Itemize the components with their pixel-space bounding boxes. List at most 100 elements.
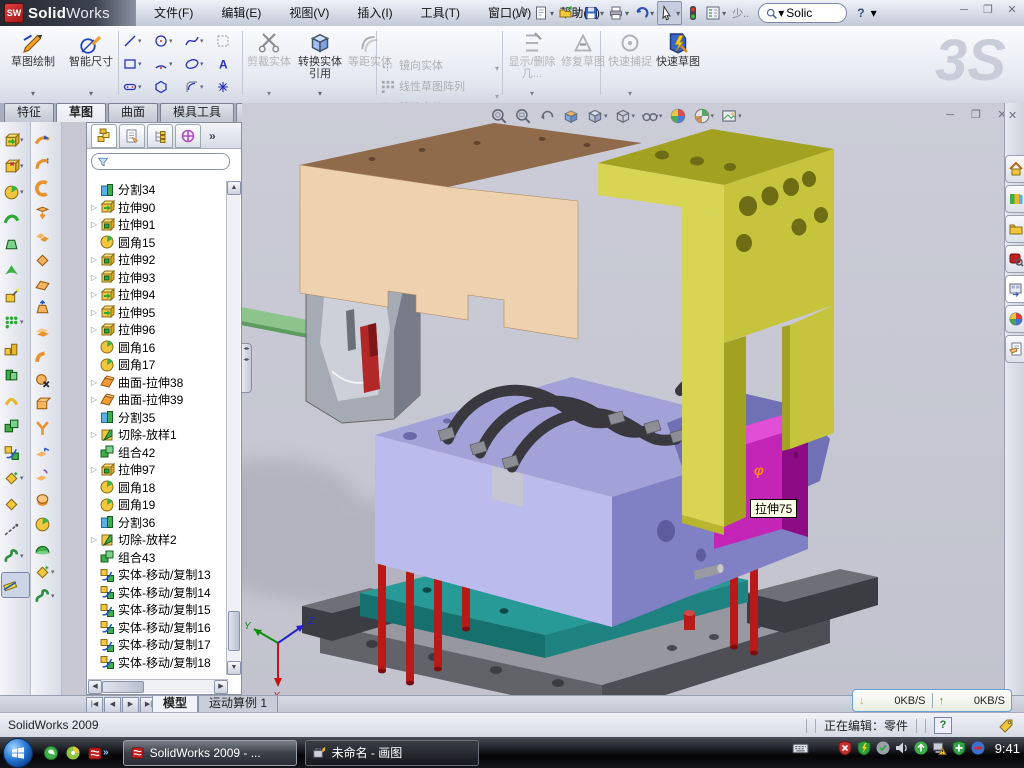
expand-arrow-icon[interactable]: ▷: [89, 220, 99, 229]
open-button[interactable]: ▾: [557, 2, 580, 24]
tree-item[interactable]: 圆角17: [89, 356, 229, 374]
scroll-down-button[interactable]: ▼: [227, 661, 241, 675]
taskbar-task-inactive[interactable]: 未命名 - 画图: [305, 740, 479, 766]
zoom-to-area-button[interactable]: [514, 107, 532, 125]
polygon-button[interactable]: [153, 76, 183, 97]
wrap-button[interactable]: [3, 390, 27, 410]
ime-keyboard-icon[interactable]: [792, 740, 808, 756]
appearances-scenes-tab[interactable]: [1005, 305, 1024, 333]
draft-button[interactable]: [3, 286, 27, 306]
freeform-surface-button[interactable]: [34, 226, 58, 246]
tree-item[interactable]: ▷拉伸95: [89, 304, 229, 322]
doc-minimize-button[interactable]: ─: [942, 109, 958, 123]
toolbar-overflow-label[interactable]: 少..: [732, 5, 749, 21]
tree-item[interactable]: 组合42: [89, 444, 229, 462]
configuration-manager-tab-icon[interactable]: [147, 124, 173, 148]
slot-button[interactable]: ▾: [122, 76, 152, 97]
thicken-button[interactable]: [34, 490, 58, 510]
model-tab-模型[interactable]: 模型: [152, 696, 198, 713]
property-manager-tab-icon[interactable]: [119, 124, 145, 148]
swept-boss-button[interactable]: [3, 208, 27, 228]
boundary-surface-button[interactable]: [34, 178, 58, 198]
start-button[interactable]: [3, 738, 33, 768]
circle-button[interactable]: ▾: [153, 30, 183, 51]
expand-arrow-icon[interactable]: ▷: [89, 535, 99, 544]
prev-tab-button[interactable]: ◀: [104, 697, 121, 713]
feature-manager-tab-icon[interactable]: [91, 124, 117, 148]
help-caret-icon[interactable]: ▾: [871, 6, 877, 20]
linear-pattern-button[interactable]: ▾: [3, 312, 27, 332]
ribbon-button-quick-snaps[interactable]: 快速捕捉▾: [608, 29, 652, 99]
solidworks-icon[interactable]: [87, 745, 103, 761]
expand-arrow-icon[interactable]: ▷: [89, 430, 99, 439]
panel-splitter-handle[interactable]: ◂▸◂▸: [242, 343, 252, 393]
messenger-icon[interactable]: [43, 745, 59, 761]
expand-arrow-icon[interactable]: ▷: [89, 465, 99, 474]
planar-surface-button[interactable]: [34, 274, 58, 294]
pin-button[interactable]: [512, 2, 530, 24]
security-lightning-icon[interactable]: [856, 740, 872, 756]
trim-surface-button[interactable]: [34, 418, 58, 438]
insert-surface-button[interactable]: ▾: [34, 562, 58, 582]
rebuild-button[interactable]: [684, 2, 702, 24]
antivirus-shield-icon[interactable]: [837, 740, 853, 756]
tree-filter-input[interactable]: [91, 153, 230, 170]
search-input[interactable]: [784, 5, 840, 21]
helix-curve-button[interactable]: ▾: [34, 586, 58, 606]
view-palette-tab[interactable]: [1005, 275, 1024, 303]
combine-bodies-button[interactable]: [3, 416, 27, 436]
move-copy-body-button[interactable]: [3, 442, 27, 462]
update-check-icon[interactable]: [875, 740, 891, 756]
expand-arrow-icon[interactable]: ▷: [89, 255, 99, 264]
line-button[interactable]: ▾: [122, 30, 152, 51]
arc-button[interactable]: ▾: [153, 53, 183, 74]
custom-properties-tab[interactable]: [1005, 335, 1024, 363]
tree-item[interactable]: ▷切除-放样2: [89, 531, 229, 549]
solidworks-resources-tab[interactable]: [1005, 155, 1024, 183]
tree-item[interactable]: 圆角15: [89, 234, 229, 252]
ribbon-button-convert-entities[interactable]: 转换实体引用▾: [294, 29, 346, 99]
delete-body-button[interactable]: [3, 494, 27, 514]
doc-close-button[interactable]: ✕: [994, 109, 1004, 123]
menu-item-3[interactable]: 插入(I): [343, 0, 406, 26]
task-pane-close-icon[interactable]: ✕: [1008, 109, 1017, 122]
expand-arrow-icon[interactable]: ▷: [89, 308, 99, 317]
tree-horizontal-scrollbar[interactable]: ◀ ▶: [88, 679, 228, 693]
hide-show-items-button[interactable]: ▾: [641, 107, 663, 125]
scroll-up-button[interactable]: ▲: [227, 181, 241, 195]
extruded-cut-button[interactable]: ▾: [3, 156, 27, 176]
menu-item-2[interactable]: 视图(V): [275, 0, 343, 26]
tree-item[interactable]: 分割35: [89, 409, 229, 427]
tree-item[interactable]: ▷拉伸90: [89, 199, 229, 217]
ribbon-button-smart-dimension[interactable]: 智能尺寸▾: [64, 29, 118, 99]
insert-part-button[interactable]: ▾: [3, 468, 27, 488]
boundary-boss-button[interactable]: [3, 260, 27, 280]
tree-item[interactable]: 分割36: [89, 514, 229, 532]
ribbon-button-sketch[interactable]: 草图绘制▾: [4, 29, 62, 99]
menu-item-1[interactable]: 编辑(E): [207, 0, 275, 26]
ribbon-button-trim-entities[interactable]: 剪裁实体▾: [246, 29, 292, 99]
tree-item[interactable]: ▷拉伸96: [89, 321, 229, 339]
taskbar-task-active[interactable]: SolidWorks 2009 - ...: [123, 740, 297, 766]
command-tab-曲面[interactable]: 曲面: [108, 103, 158, 122]
expand-arrow-icon[interactable]: ▷: [89, 325, 99, 334]
select-button[interactable]: ▾: [657, 1, 682, 25]
point-button[interactable]: [215, 76, 245, 97]
expand-arrow-icon[interactable]: ▷: [89, 378, 99, 387]
lofted-surface-button[interactable]: [34, 298, 58, 318]
tree-item[interactable]: ▷拉伸93: [89, 269, 229, 287]
model-tab-运动算例 1[interactable]: 运动算例 1: [198, 696, 278, 713]
tree-item[interactable]: ▷曲面-拉伸38: [89, 374, 229, 392]
options-button[interactable]: ▾: [704, 2, 727, 24]
restore-button[interactable]: ❐: [980, 4, 996, 18]
menu-item-0[interactable]: 文件(F): [140, 0, 207, 26]
tree-vertical-scrollbar[interactable]: ▲ ▼: [226, 181, 240, 675]
tree-item[interactable]: 组合43: [89, 549, 229, 567]
tree-item[interactable]: 圆角16: [89, 339, 229, 357]
extend-surface-button[interactable]: [34, 442, 58, 462]
dome-button[interactable]: [34, 538, 58, 558]
more-tabs-button[interactable]: »: [209, 129, 216, 143]
tree-item[interactable]: ▷曲面-拉伸39: [89, 391, 229, 409]
tree-item[interactable]: ▷拉伸91: [89, 216, 229, 234]
tree-item[interactable]: 圆角18: [89, 479, 229, 497]
